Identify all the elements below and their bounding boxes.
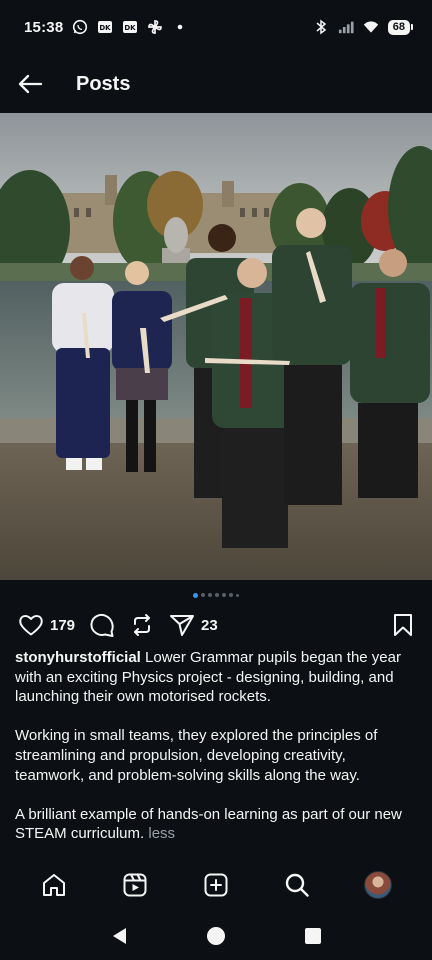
carousel-dot xyxy=(236,593,239,597)
battery-indicator: 68 xyxy=(387,19,414,35)
wifi-icon xyxy=(363,19,379,35)
caption-paragraph: stonyhurstofficial Lower Grammar pupils … xyxy=(15,648,417,707)
post-caption: stonyhurstofficial Lower Grammar pupils … xyxy=(15,648,417,864)
post-photo[interactable] xyxy=(0,113,432,580)
nav-home[interactable] xyxy=(34,865,74,905)
like-button[interactable]: 179 xyxy=(18,613,75,637)
post-actions: 179 23 xyxy=(0,608,432,642)
carousel-dot xyxy=(215,593,219,597)
status-time: 15:38 xyxy=(24,18,64,36)
system-navigation xyxy=(0,912,432,960)
system-back-button[interactable] xyxy=(104,921,134,951)
system-home-button[interactable] xyxy=(201,921,231,951)
comment-icon xyxy=(90,614,114,637)
heart-icon xyxy=(19,615,43,636)
carousel-dot xyxy=(201,593,205,597)
repost-button[interactable] xyxy=(129,612,155,638)
notification-icons: DK DK xyxy=(72,19,188,35)
nav-search[interactable] xyxy=(277,865,317,905)
status-right: 68 xyxy=(313,19,414,35)
bottom-navigation xyxy=(0,858,432,912)
less-link[interactable]: less xyxy=(148,825,175,842)
create-icon xyxy=(204,873,228,897)
dot-icon xyxy=(172,19,188,35)
signal-icon xyxy=(338,19,354,35)
page-title: Posts xyxy=(76,72,131,95)
share-count: 23 xyxy=(201,616,218,634)
carousel-dot-active xyxy=(193,592,198,598)
news-icon: DK xyxy=(97,19,113,35)
back-triangle-icon xyxy=(112,928,126,944)
system-recents-button[interactable] xyxy=(298,921,328,951)
svg-text:DK: DK xyxy=(100,24,112,32)
home-icon xyxy=(43,874,66,896)
carousel-indicator xyxy=(0,592,432,598)
reels-icon xyxy=(123,873,147,897)
search-icon xyxy=(285,873,309,897)
pinwheel-icon xyxy=(147,19,163,35)
carousel-dot xyxy=(222,593,226,597)
share-button[interactable]: 23 xyxy=(169,613,218,637)
status-left: 15:38 DK DK xyxy=(24,19,188,36)
nav-profile[interactable] xyxy=(358,865,398,905)
carousel-dot xyxy=(229,593,233,597)
caption-paragraph: A brilliant example of hands-on learning… xyxy=(15,805,417,844)
like-count: 179 xyxy=(50,616,76,634)
caption-username[interactable]: stonyhurstofficial xyxy=(15,649,141,666)
nav-create[interactable] xyxy=(196,865,236,905)
home-circle-icon xyxy=(206,927,225,945)
svg-text:DK: DK xyxy=(125,24,137,32)
repost-icon xyxy=(134,614,151,636)
whatsapp-icon xyxy=(72,19,88,35)
bookmark-icon xyxy=(394,614,412,636)
status-bar: 15:38 DK DK 68 xyxy=(0,0,432,54)
send-icon xyxy=(170,615,195,636)
comment-button[interactable] xyxy=(89,612,115,638)
arrow-left-icon xyxy=(18,74,43,94)
carousel-dot xyxy=(208,593,212,597)
caption-paragraph: Working in small teams, they explored th… xyxy=(15,727,378,784)
post-photo-illustration xyxy=(0,113,432,580)
back-button[interactable] xyxy=(16,70,44,98)
recents-square-icon xyxy=(305,928,322,944)
header: Posts xyxy=(0,54,432,114)
save-button[interactable] xyxy=(392,613,414,637)
news-icon: DK xyxy=(122,19,138,35)
profile-avatar xyxy=(363,871,392,899)
nav-reels[interactable] xyxy=(115,865,155,905)
caption-text: A brilliant example of hands-on learning… xyxy=(15,805,402,843)
bluetooth-icon xyxy=(313,19,329,35)
